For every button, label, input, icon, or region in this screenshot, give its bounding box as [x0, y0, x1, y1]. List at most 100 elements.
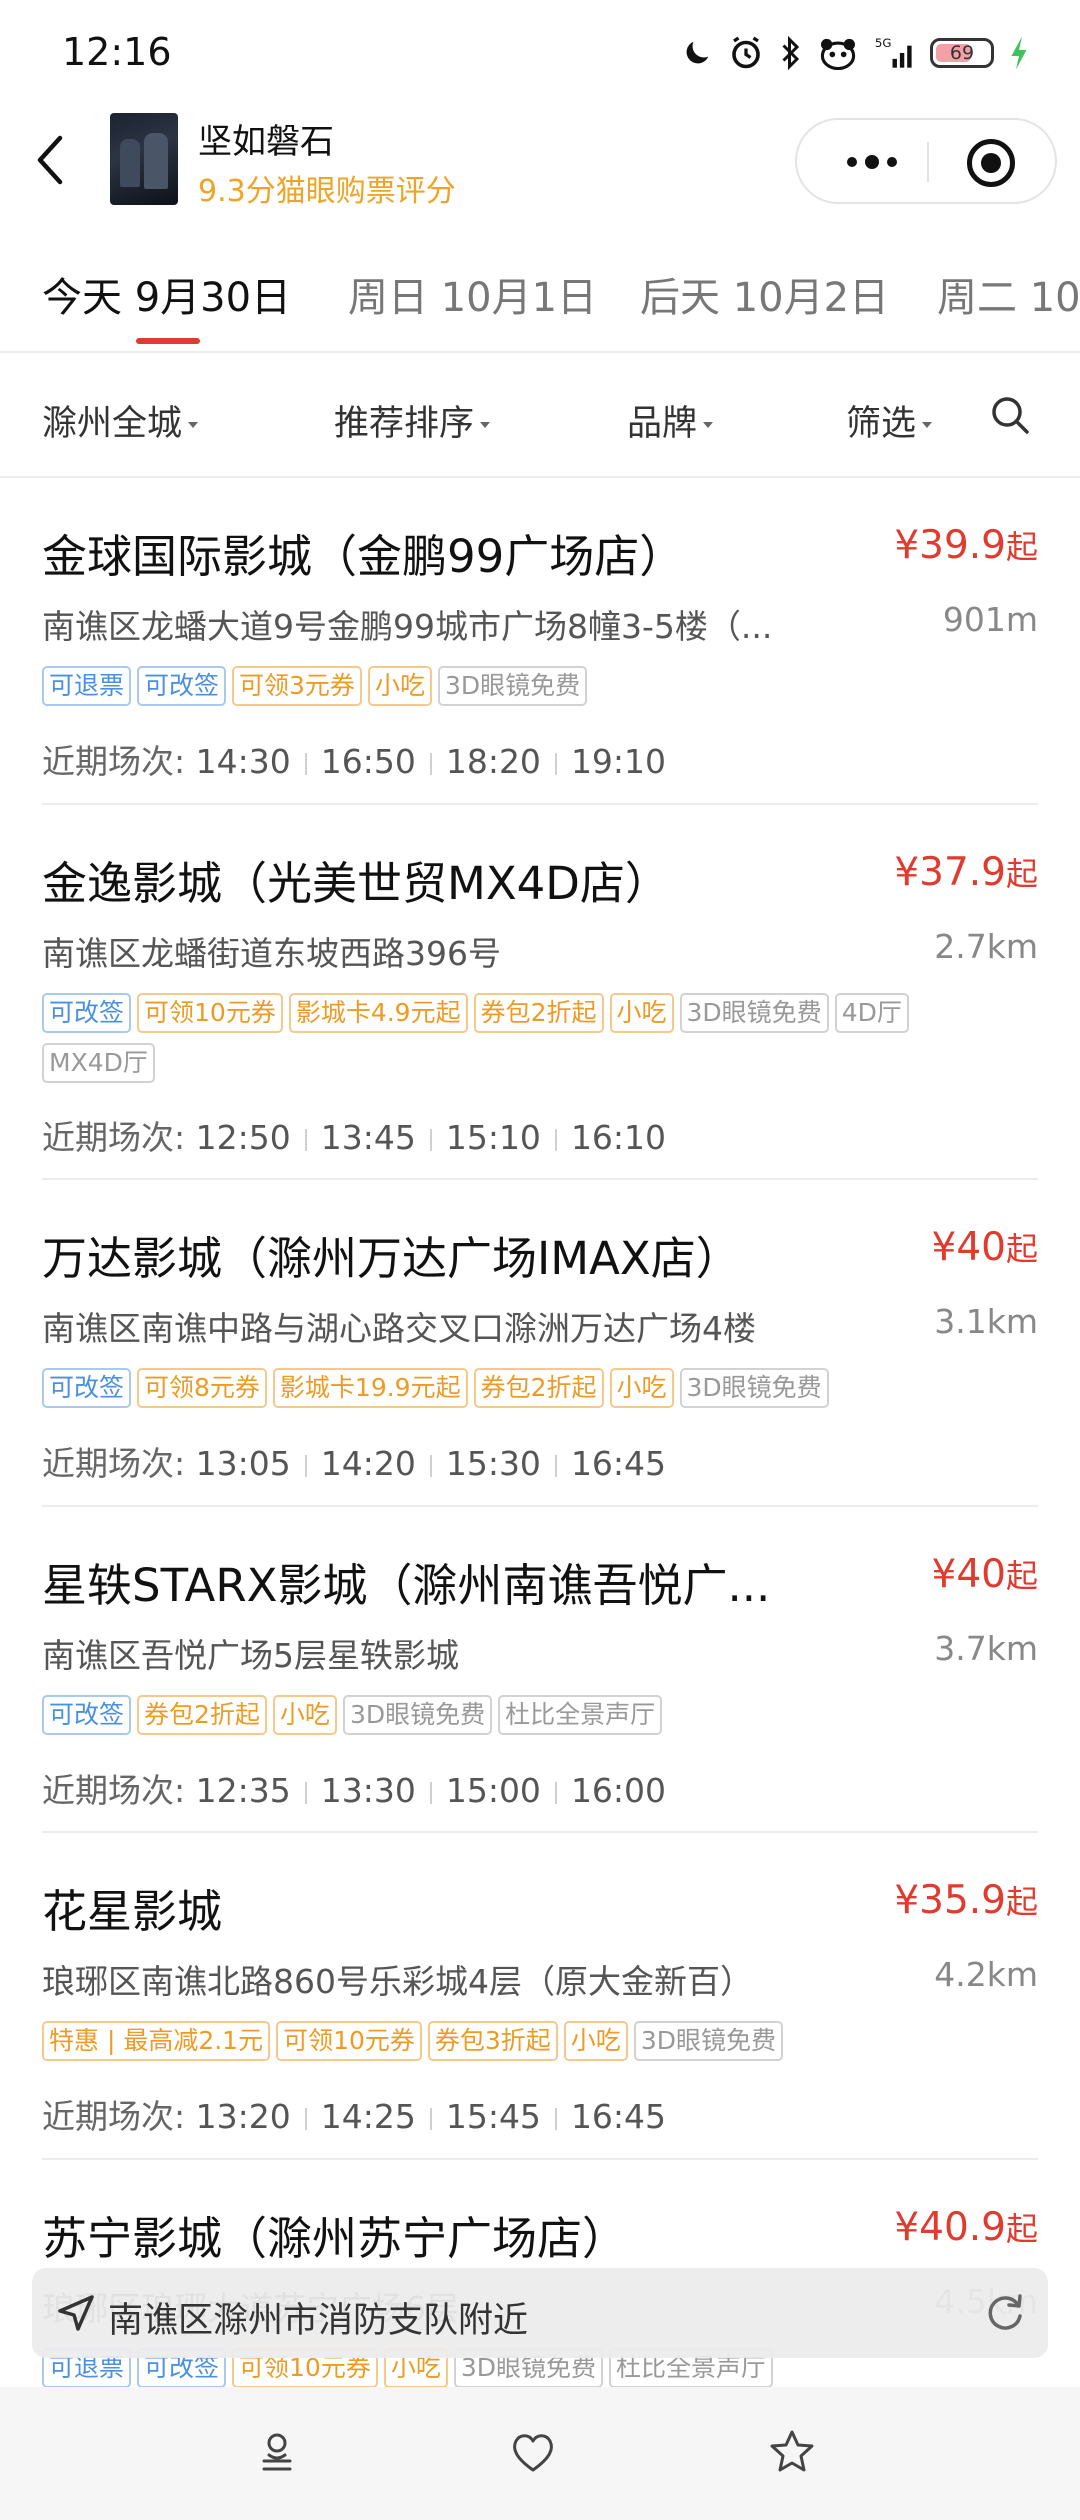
price-suffix: 起 — [1005, 855, 1038, 893]
showtime[interactable]: 13:05 — [196, 1444, 291, 1483]
showtime[interactable]: 13:30 — [321, 1771, 416, 1810]
cinema-card[interactable]: 星轶STARX影城（滁州南谯吾悦广... ¥40起 南谯区吾悦广场5层星轶影城 3.7… — [42, 1507, 1038, 1833]
showtime[interactable]: 15:00 — [446, 1771, 541, 1810]
showtime-separator — [304, 2107, 307, 2130]
showtime[interactable]: 15:45 — [446, 2097, 541, 2136]
cinema-name: 万达影城（滁州万达广场IMAX店） — [42, 1232, 741, 1285]
more-filter-label: 筛选 — [846, 404, 917, 444]
bottom-nav — [0, 2387, 1080, 2520]
cinema-price: ¥40.9起 — [894, 2204, 1038, 2250]
city-filter-label: 滁州全城 — [42, 404, 183, 444]
feature-tag: 可领8元券 — [137, 1368, 267, 1408]
price-value: ¥40.9 — [894, 2205, 1006, 2250]
brand-filter[interactable]: 品牌 — [627, 395, 714, 446]
tag-row: 可退票 可改签 可领3元券 小吃 3D眼镜免费 — [42, 666, 1002, 706]
showtime[interactable]: 16:00 — [571, 1771, 666, 1810]
showtime-separator — [554, 1781, 557, 1804]
heart-icon[interactable] — [508, 2427, 558, 2477]
date-tab-oct2[interactable]: 后天 10月2日 — [640, 265, 889, 323]
search-icon[interactable] — [990, 395, 1030, 435]
cinema-name: 金逸影城（光美世贸MX4D店） — [42, 857, 670, 910]
showtime-separator — [429, 1128, 432, 1151]
movie-poster[interactable] — [110, 113, 178, 205]
showtimes: 近期场次: 12:35 13:30 15:00 16:00 — [42, 1764, 666, 1812]
showtime[interactable]: 12:50 — [196, 1118, 291, 1157]
cinema-address: 琅琊区南谯北路860号乐彩城4层（原大金新百） — [42, 1962, 753, 2001]
showtimes-label: 近期场次: — [42, 1118, 196, 1157]
showtimes-label: 近期场次: — [42, 1771, 196, 1810]
cinema-distance: 901m — [942, 600, 1038, 639]
showtime[interactable]: 14:30 — [196, 742, 291, 781]
price-suffix: 起 — [1005, 528, 1038, 566]
close-miniprogram-icon[interactable] — [967, 139, 1015, 187]
capsule-divider — [927, 142, 929, 182]
showtime[interactable]: 12:35 — [196, 1771, 291, 1810]
date-tab-oct3[interactable]: 周二 10月3日 — [937, 265, 1080, 323]
feature-tag: 4D厅 — [834, 993, 909, 1033]
more-icon[interactable] — [837, 140, 907, 184]
star-icon[interactable] — [767, 2427, 817, 2477]
feature-tag: 影城卡19.9元起 — [272, 1368, 468, 1408]
miniprogram-capsule — [795, 118, 1057, 204]
showtimes: 近期场次: 13:20 14:25 15:45 16:45 — [42, 2090, 666, 2138]
cinema-card[interactable]: 金逸影城（光美世贸MX4D店） ¥37.9起 南谯区龙蟠街道东坡西路396号 2.7k… — [42, 805, 1038, 1180]
cinema-price: ¥35.9起 — [894, 1877, 1038, 1923]
more-filter[interactable]: 筛选 — [846, 395, 933, 446]
status-icons: 5G 69 — [680, 30, 1030, 76]
showtime-separator — [304, 752, 307, 775]
date-tab-oct1[interactable]: 周日 10月1日 — [348, 265, 597, 323]
location-arrow-icon — [58, 2295, 94, 2331]
cinema-distance: 3.1km — [934, 1302, 1038, 1341]
caret-down-icon — [480, 422, 491, 428]
sort-filter[interactable]: 推荐排序 — [334, 395, 491, 446]
signal-icon: 5G — [875, 36, 912, 68]
feature-tag: 券包3折起 — [427, 2021, 558, 2061]
cinema-address: 南谯区龙蟠街道东坡西路396号 — [42, 934, 501, 973]
cinema-tags: 可改签 可领8元券 影城卡19.9元起 券包2折起 小吃 3D眼镜免费 — [42, 1368, 1002, 1418]
tag-row: 可改签 可领8元券 影城卡19.9元起 券包2折起 小吃 3D眼镜免费 — [42, 1368, 1002, 1408]
showtime[interactable]: 16:45 — [571, 2097, 666, 2136]
price-value: ¥35.9 — [894, 1878, 1006, 1923]
feature-tag: 3D眼镜免费 — [679, 1368, 829, 1408]
cinema-tags: 可改签 可领10元券 影城卡4.9元起 券包2折起 小吃 3D眼镜免费 4D厅 MX4D厅 — [42, 993, 1002, 1093]
cinema-price: ¥39.9起 — [894, 522, 1038, 568]
cinema-icon[interactable] — [252, 2427, 302, 2477]
cinema-card[interactable]: 万达影城（滁州万达广场IMAX店） ¥40起 南谯区南谯中路与湖心路交叉口滁洲万达广… — [42, 1180, 1038, 1507]
showtime[interactable]: 19:10 — [571, 742, 666, 781]
feature-tag: 3D眼镜免费 — [633, 2021, 783, 2061]
cinema-address: 南谯区南谯中路与湖心路交叉口滁洲万达广场4楼 — [42, 1309, 756, 1348]
showtime[interactable]: 16:10 — [571, 1118, 666, 1157]
cinema-name: 苏宁影城（滁州苏宁广场店） — [42, 2212, 628, 2265]
city-filter[interactable]: 滁州全城 — [42, 395, 199, 446]
showtime[interactable]: 13:20 — [196, 2097, 291, 2136]
showtime[interactable]: 16:50 — [321, 742, 416, 781]
feature-tag: 可改签 — [42, 993, 132, 1033]
battery-indicator: 69 — [930, 38, 994, 68]
refresh-icon[interactable] — [984, 2292, 1026, 2334]
showtime[interactable]: 18:20 — [446, 742, 541, 781]
cinema-card[interactable]: 花星影城 ¥35.9起 琅琊区南谯北路860号乐彩城4层（原大金新百） 4.2km 特惠… — [42, 1833, 1038, 2160]
showtime-separator — [554, 1454, 557, 1477]
tag-row: 可改签 券包2折起 小吃 3D眼镜免费 杜比全景声厅 — [42, 1695, 1002, 1735]
cinema-card[interactable]: 金球国际影城（金鹏99广场店） ¥39.9起 南谯区龙蟠大道9号金鹏99城市广场8幢… — [42, 478, 1038, 805]
feature-tag: 小吃 — [609, 993, 674, 1033]
location-toast[interactable]: 南谯区滁州市消防支队附近 — [32, 2268, 1048, 2358]
bluetooth-icon — [782, 35, 800, 71]
panda-icon — [820, 38, 856, 70]
feature-tag: 影城卡4.9元起 — [288, 993, 468, 1033]
feature-tag: 券包2折起 — [473, 1368, 604, 1408]
showtime[interactable]: 15:30 — [446, 1444, 541, 1483]
cinema-tags: 特惠 | 最高减2.1元 可领10元券 券包3折起 小吃 3D眼镜免费 — [42, 2021, 1002, 2071]
showtime[interactable]: 16:45 — [571, 1444, 666, 1483]
showtime[interactable]: 14:20 — [321, 1444, 416, 1483]
showtime-separator — [429, 752, 432, 775]
showtime[interactable]: 15:10 — [446, 1118, 541, 1157]
showtime[interactable]: 14:25 — [321, 2097, 416, 2136]
back-icon[interactable] — [26, 130, 76, 190]
cinema-distance: 4.2km — [934, 1955, 1038, 1994]
showtime-separator — [429, 1454, 432, 1477]
feature-tag: 杜比全景声厅 — [498, 1695, 663, 1735]
alarm-icon — [732, 36, 760, 69]
showtime[interactable]: 13:45 — [321, 1118, 416, 1157]
date-tab-today[interactable]: 今天 9月30日 — [42, 265, 291, 323]
